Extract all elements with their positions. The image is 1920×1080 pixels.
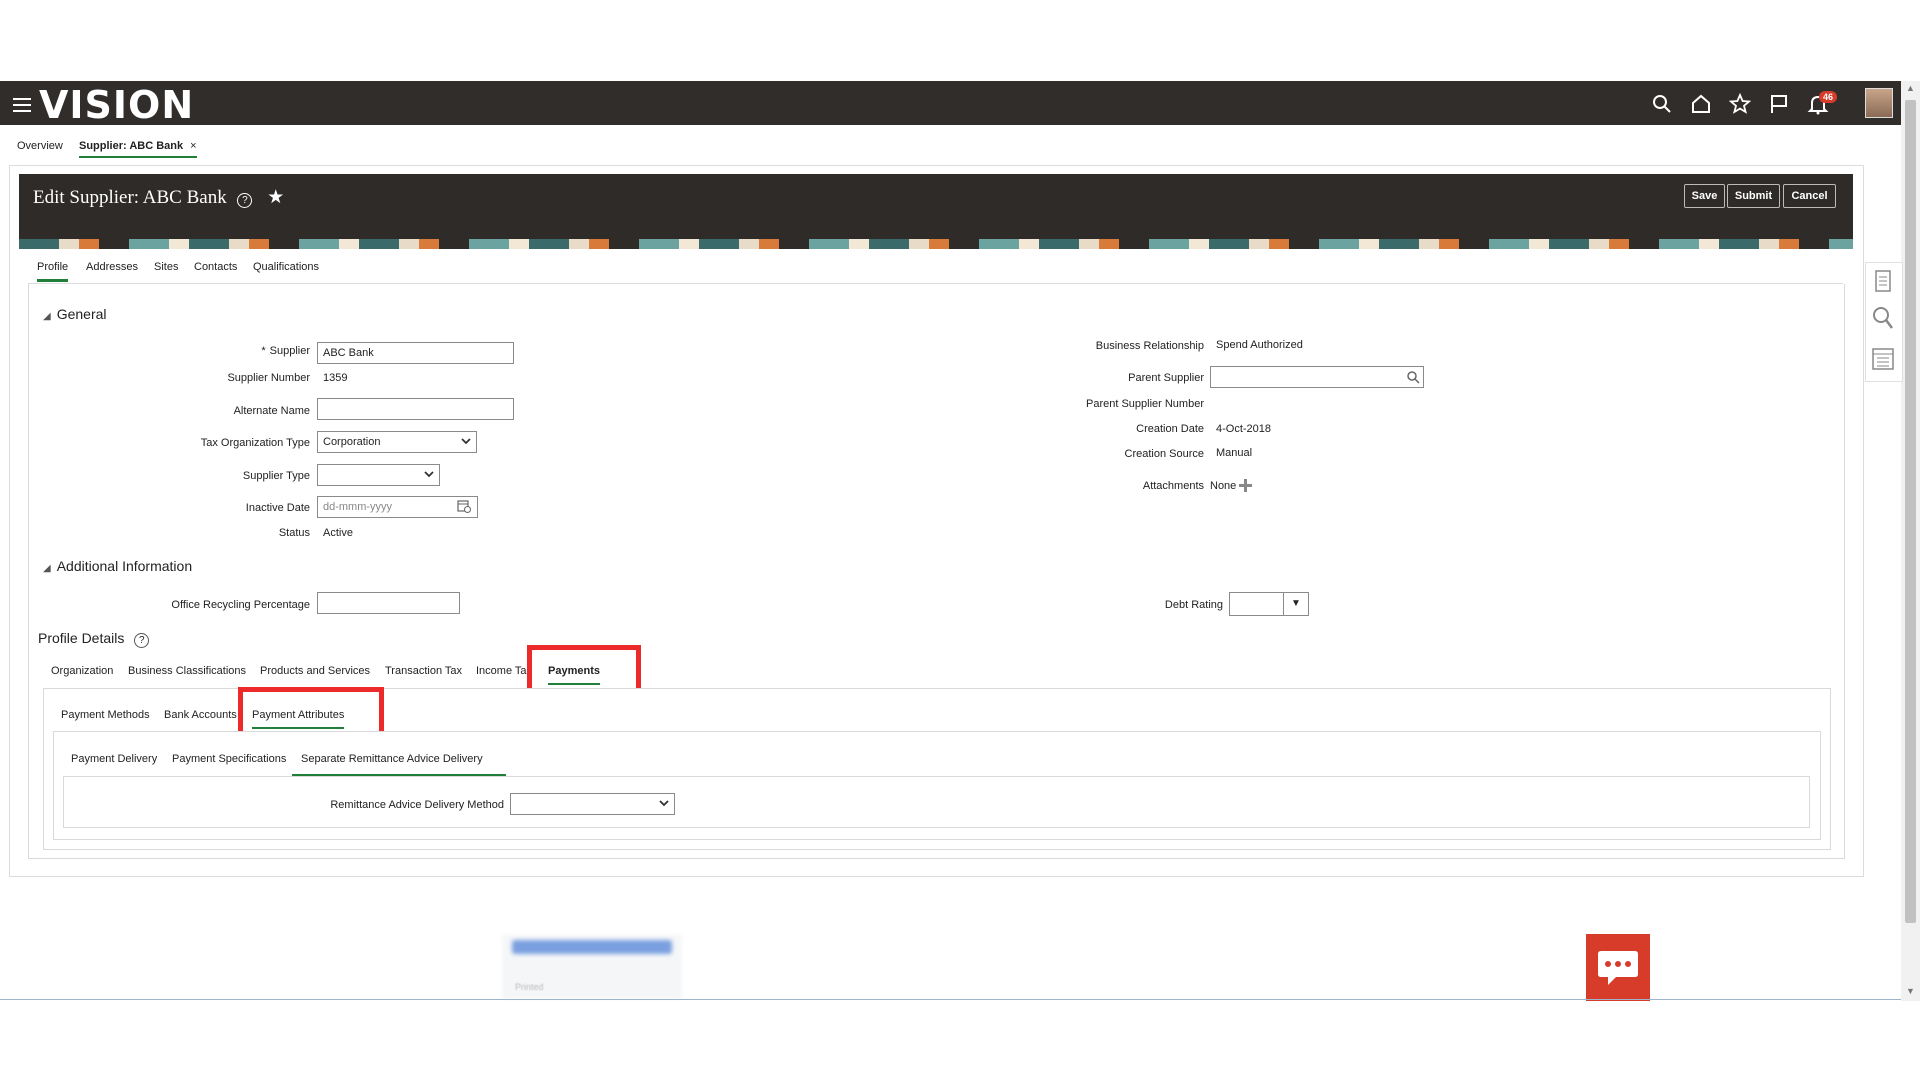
creation-source-label: Creation Source: [1124, 448, 1205, 460]
section-title: General: [56, 306, 107, 322]
creation-date-label: Creation Date: [1136, 423, 1204, 435]
chevron-down-icon: [659, 800, 669, 807]
search-icon[interactable]: [1406, 370, 1420, 384]
profile-details-heading: Profile Details ?: [38, 630, 150, 648]
tab-products-and-services[interactable]: Products and Services: [260, 665, 370, 677]
status-label: Status: [278, 527, 310, 539]
creation-source-value: Manual: [1216, 447, 1253, 459]
supplier-label: * Supplier: [120, 345, 310, 357]
chevron-down-icon: [461, 438, 471, 445]
document-icon[interactable]: [1874, 270, 1892, 292]
supplier-number-label: Supplier Number: [227, 372, 310, 384]
tab-sites[interactable]: Sites: [154, 261, 178, 273]
submit-button[interactable]: Submit: [1727, 184, 1780, 208]
select-value: Corporation: [323, 436, 381, 448]
calendar-icon[interactable]: [457, 499, 471, 513]
menu-icon[interactable]: [13, 98, 31, 112]
attachments-label: Attachments: [1142, 480, 1204, 492]
debt-rating-select[interactable]: ▼: [1229, 592, 1309, 616]
tab-transaction-tax[interactable]: Transaction Tax: [385, 665, 462, 677]
flag-icon[interactable]: [1768, 93, 1790, 115]
search-panel-icon[interactable]: [1872, 306, 1894, 330]
collapse-icon[interactable]: ◢: [43, 563, 51, 574]
parent-supplier-input[interactable]: [1210, 366, 1424, 388]
list-icon[interactable]: [1872, 348, 1894, 370]
tab-overview[interactable]: Overview: [17, 140, 63, 152]
attachments-value: None: [1210, 480, 1237, 492]
star-icon[interactable]: [1728, 92, 1752, 115]
chat-button[interactable]: [1586, 934, 1650, 1001]
tab-payment-delivery[interactable]: Payment Delivery: [71, 753, 157, 765]
tab-supplier-abc-bank[interactable]: Supplier: ABC Bank ×: [79, 140, 197, 158]
close-icon[interactable]: ×: [190, 140, 196, 152]
office-recycling-label: Office Recycling Percentage: [171, 599, 310, 611]
search-icon[interactable]: [1651, 93, 1673, 115]
scrollbar-thumb[interactable]: [1905, 100, 1916, 923]
required-indicator: *: [261, 345, 266, 357]
tab-organization[interactable]: Organization: [51, 665, 113, 677]
label-text: Supplier: [269, 345, 310, 357]
tab-payment-specifications[interactable]: Payment Specifications: [172, 753, 286, 765]
help-icon[interactable]: ?: [134, 633, 150, 648]
app-logo[interactable]: VISION: [39, 83, 194, 127]
tab-separate-remittance-advice-delivery[interactable]: Separate Remittance Advice Delivery: [292, 753, 506, 776]
section-additional-information[interactable]: ◢ Additional Information: [43, 558, 192, 574]
tab-contacts[interactable]: Contacts: [194, 261, 237, 273]
decorative-banner: [19, 239, 1853, 249]
global-header: [0, 81, 1901, 125]
tab-bank-accounts[interactable]: Bank Accounts: [164, 709, 237, 721]
supplier-input[interactable]: ABC Bank: [317, 342, 514, 364]
business-relationship-value: Spend Authorized: [1216, 339, 1303, 351]
inactive-date-label: Inactive Date: [245, 502, 310, 514]
supplier-type-select[interactable]: [317, 464, 440, 486]
creation-date-value: 4-Oct-2018: [1216, 423, 1272, 435]
scroll-up-icon[interactable]: ▲: [1906, 83, 1915, 93]
tab-business-classifications[interactable]: Business Classifications: [128, 665, 246, 677]
blurred-text: Printed: [515, 982, 544, 992]
tax-org-type-label: Tax Organization Type: [200, 437, 310, 449]
section-title: Additional Information: [56, 558, 193, 574]
debt-rating-label: Debt Rating: [1164, 599, 1223, 611]
office-recycling-input[interactable]: [317, 592, 460, 614]
collapse-icon[interactable]: ◢: [43, 311, 51, 322]
tab-income-tax[interactable]: Income Ta: [476, 665, 527, 677]
placeholder-text: dd-mmm-yyyy: [323, 501, 393, 513]
cancel-button[interactable]: Cancel: [1783, 184, 1836, 208]
chevron-down-icon: [424, 471, 434, 478]
remittance-method-select[interactable]: [510, 793, 675, 815]
tab-label: Supplier: ABC Bank: [79, 140, 184, 152]
avatar[interactable]: [1865, 88, 1893, 118]
business-relationship-label: Business Relationship: [1095, 340, 1204, 352]
chat-icon: [1598, 951, 1638, 985]
heading-text: Profile Details: [38, 630, 125, 646]
page-bottom-line: [0, 999, 1901, 1000]
tax-org-type-select[interactable]: Corporation: [317, 431, 477, 453]
tab-payment-methods[interactable]: Payment Methods: [61, 709, 150, 721]
alternate-name-input[interactable]: [317, 398, 514, 420]
alternate-name-label: Alternate Name: [233, 405, 310, 417]
favorite-star-icon[interactable]: ★: [267, 187, 284, 208]
supplier-type-label: Supplier Type: [242, 470, 310, 482]
add-icon[interactable]: [1239, 479, 1252, 492]
home-icon[interactable]: [1690, 93, 1712, 115]
section-general[interactable]: ◢ General: [43, 306, 107, 322]
tab-addresses[interactable]: Addresses: [86, 261, 138, 273]
notification-badge: 46: [1819, 91, 1838, 103]
inactive-date-input[interactable]: dd-mmm-yyyy: [317, 496, 478, 518]
supplier-number-value: 1359: [323, 372, 348, 384]
parent-supplier-number-label: Parent Supplier Number: [1085, 398, 1204, 410]
help-icon[interactable]: ?: [237, 193, 253, 208]
remittance-method-label: Remittance Advice Delivery Method: [330, 799, 504, 811]
tab-profile[interactable]: Profile: [37, 261, 69, 282]
scroll-down-icon[interactable]: ▼: [1906, 986, 1915, 996]
status-value: Active: [323, 527, 353, 539]
page-title-text: Edit Supplier: ABC Bank: [33, 187, 227, 208]
chevron-down-icon[interactable]: ▼: [1283, 593, 1308, 615]
parent-supplier-label: Parent Supplier: [1128, 372, 1204, 384]
tab-qualifications[interactable]: Qualifications: [253, 261, 319, 273]
save-button[interactable]: Save: [1684, 184, 1725, 208]
blurred-bar: [512, 940, 672, 954]
page-title: Edit Supplier: ABC Bank ? ★: [33, 186, 284, 209]
page-header: [19, 174, 1853, 239]
